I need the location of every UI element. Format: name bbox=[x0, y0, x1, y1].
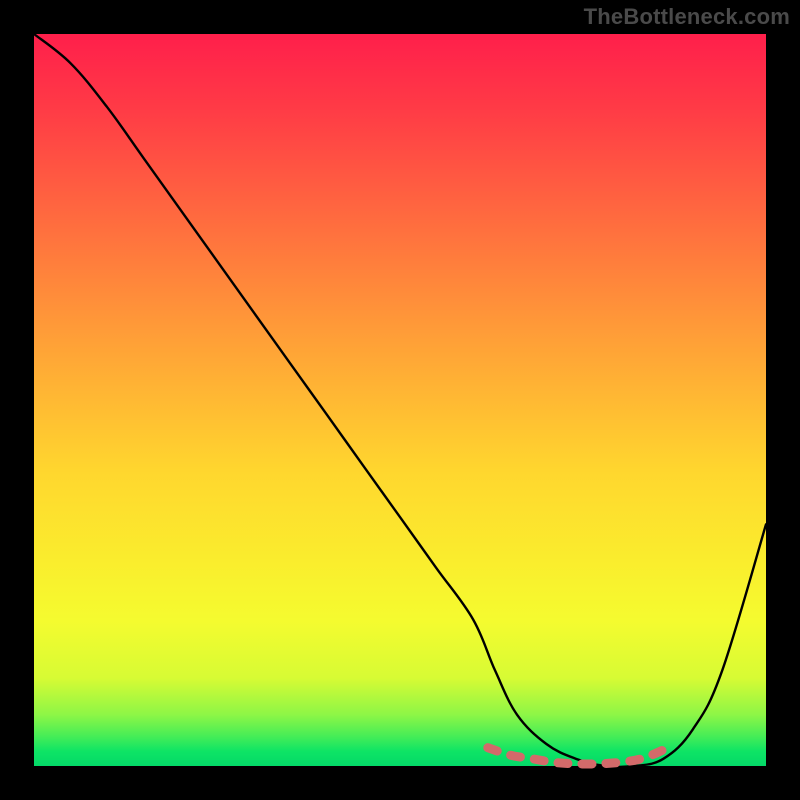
chart-frame: TheBottleneck.com bbox=[0, 0, 800, 800]
optimal-region-marker bbox=[488, 748, 664, 764]
curve-layer bbox=[34, 34, 766, 766]
bottleneck-curve bbox=[34, 34, 766, 767]
watermark-text: TheBottleneck.com bbox=[584, 4, 790, 30]
